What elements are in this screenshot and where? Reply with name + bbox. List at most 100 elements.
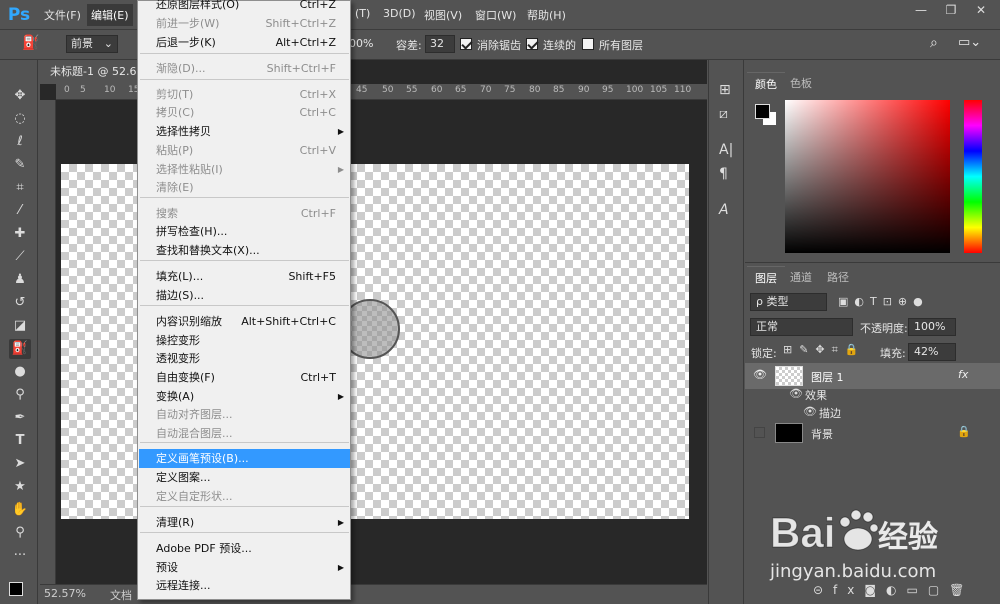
- menu-item[interactable]: 还原图层样式(O) Ctrl+Z: [139, 0, 350, 14]
- opacity-input[interactable]: 100%: [908, 318, 956, 336]
- tab-swatches[interactable]: 色板: [790, 75, 812, 91]
- healing-tool-icon[interactable]: ✚: [9, 224, 31, 244]
- tab-color[interactable]: 颜色: [747, 72, 785, 95]
- layer-name[interactable]: 图层 1: [811, 369, 844, 385]
- layer-actions-icons[interactable]: ⊝fx◙◐▭▢🗑: [813, 583, 974, 597]
- menu-item[interactable]: 自由变换(F) Ctrl+T: [139, 368, 350, 387]
- menu-view[interactable]: 视图(V): [424, 7, 462, 23]
- menu-item[interactable]: 后退一步(K) Alt+Ctrl+Z: [139, 33, 350, 52]
- marquee-tool-icon[interactable]: ◌: [9, 109, 31, 129]
- effects-eye-icon[interactable]: 👁: [789, 387, 803, 400]
- menu-item[interactable]: 前进一步(W) Shift+Ctrl+Z: [139, 14, 350, 33]
- paragraph-panel-icon[interactable]: ¶: [719, 166, 728, 182]
- shape-tool-icon[interactable]: ★: [9, 477, 31, 497]
- contiguous-checkbox[interactable]: [526, 38, 538, 50]
- fg-color-chip[interactable]: [755, 104, 770, 119]
- workspace-icon[interactable]: ▭⌄: [958, 35, 981, 50]
- history-brush-icon[interactable]: ↺: [9, 293, 31, 313]
- eraser-tool-icon[interactable]: ◪: [9, 316, 31, 336]
- crop-tool-icon[interactable]: ⌗: [9, 178, 31, 198]
- filter-icons[interactable]: ▣◐T⊡⊕●: [838, 295, 929, 308]
- tolerance-input[interactable]: 32: [425, 35, 455, 53]
- menu-item[interactable]: 变换(A) ▶: [139, 387, 350, 406]
- quick-select-icon[interactable]: ✎: [9, 155, 31, 175]
- menu-item[interactable]: 描边(S)...: [139, 286, 350, 305]
- menu-item[interactable]: 预设 ▶: [139, 558, 350, 577]
- menu-item[interactable]: 操控变形: [139, 331, 350, 350]
- menu-item[interactable]: Adobe PDF 预设...: [139, 539, 350, 558]
- color-field[interactable]: [785, 100, 950, 253]
- brush-settings-icon[interactable]: ⧄: [719, 106, 728, 122]
- menu-filter[interactable]: (T): [355, 7, 370, 20]
- menu-item[interactable]: 查找和替换文本(X)...: [139, 241, 350, 260]
- layer-name[interactable]: 背景: [811, 426, 833, 442]
- fx-icon[interactable]: fx: [958, 368, 968, 381]
- menu-item[interactable]: 拷贝(C) Ctrl+C: [139, 103, 350, 122]
- menu-help[interactable]: 帮助(H): [527, 7, 566, 23]
- layer-stroke-effect-row[interactable]: 👁 描边: [745, 403, 1000, 421]
- type-tool-icon[interactable]: T: [9, 431, 31, 451]
- stamp-tool-icon[interactable]: ♟: [9, 270, 31, 290]
- dodge-tool-icon[interactable]: ⚲: [9, 385, 31, 405]
- zoom-level[interactable]: 52.57%: [44, 587, 86, 600]
- restore-icon[interactable]: ❐: [936, 0, 966, 22]
- menu-item[interactable]: 定义自定形状...: [139, 487, 350, 506]
- hue-slider[interactable]: [964, 100, 982, 253]
- character-panel-icon[interactable]: A|: [719, 142, 733, 158]
- document-tab[interactable]: 未标题-1 @ 52.6%: [40, 60, 150, 84]
- menu-3d[interactable]: 3D(D): [383, 7, 416, 20]
- paint-bucket-icon[interactable]: ⛽: [22, 35, 39, 51]
- path-select-icon[interactable]: ➤: [9, 454, 31, 474]
- menu-item[interactable]: 定义画笔预设(B)...: [139, 449, 350, 468]
- menu-item[interactable]: 内容识别缩放 Alt+Shift+Ctrl+C: [139, 312, 350, 331]
- menu-file[interactable]: 文件(F): [44, 7, 81, 23]
- tab-layers[interactable]: 图层: [747, 266, 785, 289]
- menu-item[interactable]: 选择性拷贝 ▶: [139, 122, 350, 141]
- blur-tool-icon[interactable]: ●: [9, 362, 31, 382]
- lock-icons[interactable]: ⊞✎✥⌗🔒: [783, 343, 866, 357]
- all-layers-checkbox[interactable]: [582, 38, 594, 50]
- glyphs-panel-icon[interactable]: A: [719, 202, 729, 218]
- tab-channels[interactable]: 通道: [790, 269, 812, 285]
- paint-bucket-tool-icon[interactable]: ⛽: [9, 339, 31, 359]
- layer-row-background[interactable]: 背景 🔒: [745, 420, 1000, 446]
- menu-item[interactable]: 剪切(T) Ctrl+X: [139, 85, 350, 104]
- menu-item[interactable]: 自动混合图层...: [139, 424, 350, 443]
- menu-item[interactable]: 粘贴(P) Ctrl+V: [139, 141, 350, 160]
- menu-item[interactable]: 清除(E): [139, 178, 350, 197]
- menu-item[interactable]: 拼写检查(H)...: [139, 222, 350, 241]
- menu-item[interactable]: 定义图案...: [139, 468, 350, 487]
- menu-item[interactable]: 自动对齐图层...: [139, 405, 350, 424]
- lasso-tool-icon[interactable]: ℓ: [9, 132, 31, 152]
- menu-item[interactable]: 远程连接...: [139, 576, 350, 595]
- minimize-icon[interactable]: —: [906, 0, 936, 22]
- blend-mode-select[interactable]: 正常: [750, 318, 853, 336]
- stroke-eye-icon[interactable]: 👁: [803, 405, 817, 418]
- fill-input[interactable]: 42%: [908, 343, 956, 361]
- history-panel-icon[interactable]: ⊞: [719, 82, 731, 98]
- visibility-box[interactable]: [754, 427, 765, 438]
- menu-item[interactable]: 透视变形: [139, 349, 350, 368]
- more-tools-icon[interactable]: ···: [9, 546, 31, 566]
- menu-item[interactable]: 清理(R) ▶: [139, 513, 350, 532]
- close-icon[interactable]: ✕: [966, 0, 996, 22]
- antialias-checkbox[interactable]: [460, 38, 472, 50]
- tab-paths[interactable]: 路径: [827, 269, 849, 285]
- move-tool-icon[interactable]: ✥: [9, 86, 31, 106]
- fill-source-select[interactable]: 前景 ⌄: [66, 35, 118, 53]
- visibility-eye-icon[interactable]: 👁: [753, 368, 767, 381]
- search-icon[interactable]: ⌕: [930, 35, 938, 51]
- zoom-tool-icon[interactable]: ⚲: [9, 523, 31, 543]
- pen-tool-icon[interactable]: ✒: [9, 408, 31, 428]
- layer-effects-row[interactable]: 👁 效果: [745, 385, 1000, 403]
- menu-item[interactable]: 选择性粘贴(I) ▶: [139, 160, 350, 179]
- menu-item[interactable]: 填充(L)... Shift+F5: [139, 267, 350, 286]
- eyedropper-tool-icon[interactable]: ⁄: [9, 201, 31, 221]
- brush-tool-icon[interactable]: ⟋: [9, 247, 31, 267]
- foreground-color-swatch[interactable]: [9, 582, 23, 596]
- hand-tool-icon[interactable]: ✋: [9, 500, 31, 520]
- layer-filter-select[interactable]: ρ 类型: [750, 293, 827, 311]
- menu-item[interactable]: 渐隐(D)... Shift+Ctrl+F: [139, 59, 350, 78]
- menu-edit[interactable]: 编辑(E): [87, 4, 133, 26]
- menu-window[interactable]: 窗口(W): [475, 7, 516, 23]
